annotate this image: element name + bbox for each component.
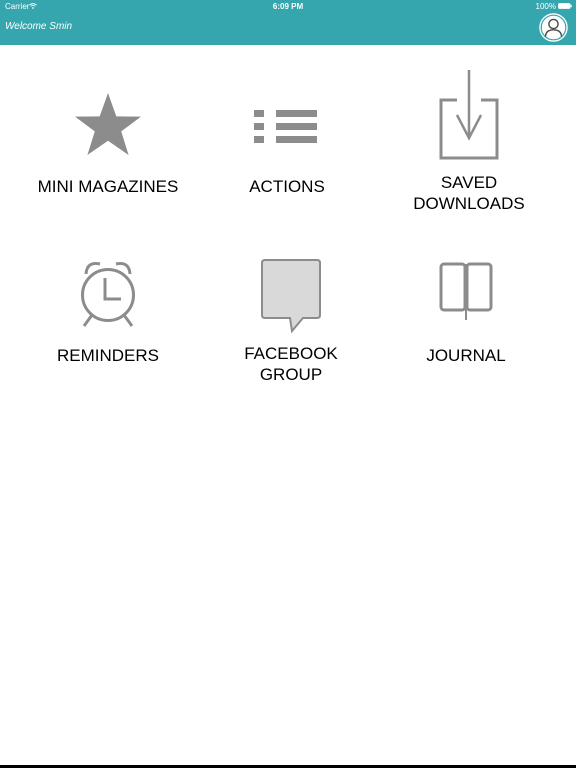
speech-bubble-icon (211, 258, 371, 334)
tile-label-journal: JOURNAL (426, 346, 506, 365)
tile-saved-downloads[interactable]: SAVED DOWNLOADS (389, 68, 549, 218)
tile-label-reminders: REMINDERS (56, 346, 159, 365)
header-bar: Carrier 6:09 PM 100% Welcome Smin (0, 0, 576, 45)
battery-percent: 100% (535, 2, 556, 11)
clock-label: 6:09 PM (272, 2, 304, 11)
tile-label-mini-magazines: MINI MAGAZINES (37, 177, 179, 196)
tile-label-saved-downloads: SAVED DOWNLOADS (413, 173, 525, 213)
tile-actions[interactable]: ACTIONS (207, 88, 367, 200)
tile-journal[interactable]: JOURNAL (386, 258, 546, 370)
tile-facebook-group[interactable]: FACEBOOK GROUP (211, 258, 371, 388)
user-avatar-icon[interactable] (539, 13, 568, 42)
tile-reminders[interactable]: REMINDERS (28, 258, 188, 370)
alarm-clock-icon (28, 258, 188, 330)
book-icon (386, 260, 546, 324)
tile-label-actions: ACTIONS (249, 177, 325, 196)
app-screen: Carrier 6:09 PM 100% Welcome Smin MINI M… (0, 0, 576, 768)
welcome-text: Welcome Smin (5, 21, 73, 32)
list-icon (207, 108, 367, 146)
download-icon (389, 68, 549, 162)
tile-label-facebook-group: FACEBOOK GROUP (244, 344, 338, 384)
star-icon (28, 90, 188, 160)
tile-mini-magazines[interactable]: MINI MAGAZINES (28, 88, 188, 200)
battery-icon (558, 3, 572, 9)
